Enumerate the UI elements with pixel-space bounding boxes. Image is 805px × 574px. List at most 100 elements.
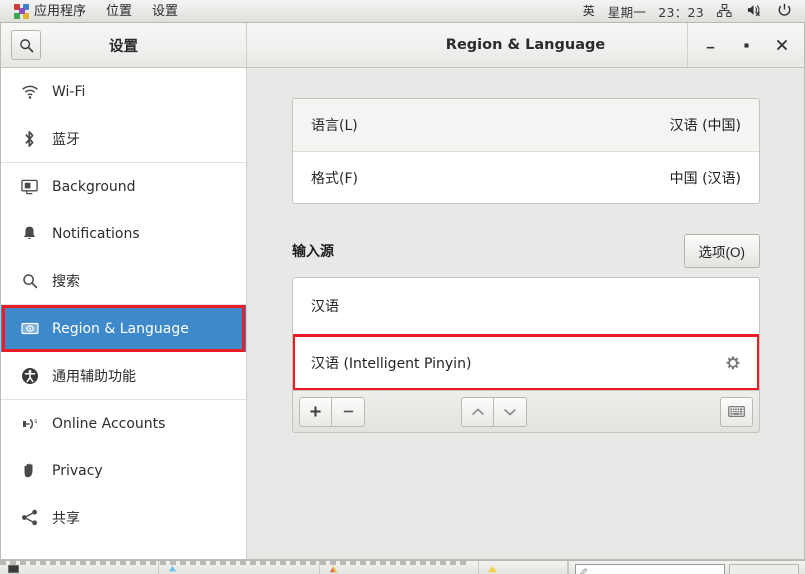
input-source-label: 汉语 (Intelligent Pinyin) xyxy=(311,355,472,372)
input-source-label: 汉语 xyxy=(311,299,339,315)
minimize-button[interactable] xyxy=(692,23,728,67)
bell-icon xyxy=(20,225,39,242)
formats-row-label: 格式(F) xyxy=(311,170,358,187)
sidebar-item-region-and-language[interactable]: Region & Language xyxy=(1,305,246,352)
window-pager[interactable] xyxy=(0,561,470,565)
search-icon xyxy=(19,38,33,52)
share-icon xyxy=(20,509,39,526)
titlebar-left: 设置 xyxy=(1,23,247,67)
wifi-icon xyxy=(20,85,39,99)
sidebar-item-label: 通用辅助功能 xyxy=(52,368,136,385)
move-group xyxy=(461,396,528,427)
remove-input-source-button[interactable] xyxy=(332,396,365,427)
svg-text:s: s xyxy=(34,418,37,425)
tray-input-box[interactable] xyxy=(575,564,725,574)
flag-icon xyxy=(20,321,39,336)
bluetooth-icon xyxy=(20,130,39,148)
maximize-icon xyxy=(743,42,749,48)
files-icon xyxy=(167,564,178,574)
bottom-taskbar xyxy=(0,560,805,574)
locale-card: 语言(L) 汉语 (中国) 格式(F) 中国 (汉语) xyxy=(292,98,760,204)
add-remove-group xyxy=(299,396,365,427)
language-row[interactable]: 语言(L) 汉语 (中国) xyxy=(293,99,759,151)
taskbar-item-4[interactable] xyxy=(479,561,568,574)
keyboard-icon xyxy=(728,406,745,417)
pinwheel-icon xyxy=(14,3,29,19)
search-icon xyxy=(20,273,39,289)
applications-menu-label: 应用程序 xyxy=(34,3,87,19)
input-method-label: 英 xyxy=(582,4,595,18)
gear-icon[interactable] xyxy=(725,355,741,371)
sidebar-item-notifications[interactable]: Notifications xyxy=(1,210,246,257)
maximize-button[interactable] xyxy=(728,23,764,67)
sidebar-group-personal: Background Notifications 搜索 xyxy=(1,163,246,305)
minus-icon xyxy=(343,410,353,413)
generic-window-icon xyxy=(487,564,498,574)
sidebar-item-privacy[interactable]: Privacy xyxy=(1,447,246,494)
sidebar-item-label: 搜索 xyxy=(52,273,80,290)
minimize-icon xyxy=(706,46,714,48)
hand-icon xyxy=(20,462,39,479)
titlebar-right: Region & Language xyxy=(247,23,804,67)
places-menu[interactable]: 位置 xyxy=(96,3,142,20)
clock-day[interactable]: 星期一 xyxy=(602,0,652,23)
input-sources-toolbar xyxy=(292,391,760,433)
plus-icon xyxy=(310,406,321,417)
top-panel-left: 应用程序 位置 设置 xyxy=(0,2,188,21)
sidebar-item-search[interactable]: 搜索 xyxy=(1,257,246,304)
sidebar-item-label: Wi-Fi xyxy=(52,83,86,100)
formats-row[interactable]: 格式(F) 中国 (汉语) xyxy=(293,151,759,203)
sidebar-item-label: Region & Language xyxy=(52,320,189,337)
network-indicator[interactable] xyxy=(710,2,739,21)
settings-sidebar: Wi-Fi 蓝牙 Background Notifications 搜索 Reg… xyxy=(1,68,247,559)
sidebar-item-label: 蓝牙 xyxy=(52,131,80,148)
sidebar-item-background[interactable]: Background xyxy=(1,163,246,210)
options-button[interactable]: 选项(O) xyxy=(683,234,760,268)
sidebar-item-label: Privacy xyxy=(52,462,103,479)
top-panel-right: 英 星期一 23：23 xyxy=(576,0,805,23)
show-keyboard-layout-button[interactable] xyxy=(719,396,753,427)
volume-indicator[interactable] xyxy=(739,1,770,21)
applications-menu[interactable]: 应用程序 xyxy=(4,2,96,21)
window-titlebar: 设置 Region & Language xyxy=(1,23,804,68)
add-input-source-button[interactable] xyxy=(299,396,332,427)
tray-buttons[interactable] xyxy=(729,564,799,574)
move-down-icon xyxy=(504,408,517,415)
sidebar-item-sharing[interactable]: 共享 xyxy=(1,494,246,541)
sidebar-group-region: Region & Language 通用辅助功能 xyxy=(1,305,246,400)
online-accounts-icon: s xyxy=(20,416,39,432)
sidebar-item-online-accounts[interactable]: s Online Accounts xyxy=(1,400,246,447)
volume-muted-icon xyxy=(746,3,763,19)
region-language-panel: 语言(L) 汉语 (中国) 格式(F) 中国 (汉语) 输入源 选项(O) 汉语… xyxy=(247,68,804,559)
search-button[interactable] xyxy=(11,30,41,60)
input-source-row-intelligent-pinyin[interactable]: 汉语 (Intelligent Pinyin) xyxy=(293,334,759,390)
sidebar-item-label: 共享 xyxy=(52,510,80,527)
clock-time[interactable]: 23：23 xyxy=(652,0,710,23)
input-method-indicator[interactable]: 英 xyxy=(576,3,602,19)
keyboard-group xyxy=(719,396,753,427)
pen-icon xyxy=(579,561,588,574)
sidebar-item-universal-access[interactable]: 通用辅助功能 xyxy=(1,352,246,399)
power-menu[interactable] xyxy=(770,1,799,22)
system-menu-label: 设置 xyxy=(152,3,179,19)
window-body: Wi-Fi 蓝牙 Background Notifications 搜索 Reg… xyxy=(1,68,804,559)
move-up-button[interactable] xyxy=(461,396,495,427)
move-down-button[interactable] xyxy=(494,396,528,427)
sidebar-item-wifi[interactable]: Wi-Fi xyxy=(1,68,246,115)
input-source-row-chinese[interactable]: 汉语 xyxy=(293,278,759,334)
formats-row-value: 中国 (汉语) xyxy=(669,170,741,187)
input-sources-header: 输入源 选项(O) xyxy=(292,234,760,268)
system-menu[interactable]: 设置 xyxy=(142,3,188,20)
sidebar-group-accounts: s Online Accounts Privacy 共享 xyxy=(1,400,246,541)
language-row-value: 汉语 (中国) xyxy=(669,118,741,134)
settings-window: 设置 Region & Language Wi-Fi 蓝牙 Background… xyxy=(0,23,805,560)
sidebar-item-bluetooth[interactable]: 蓝牙 xyxy=(1,115,246,162)
close-button[interactable] xyxy=(764,23,800,67)
background-icon xyxy=(20,179,39,195)
language-row-label: 语言(L) xyxy=(311,118,358,134)
terminal-icon xyxy=(8,564,19,574)
window-controls xyxy=(687,23,804,67)
close-icon xyxy=(777,40,787,50)
network-icon xyxy=(717,3,732,19)
move-up-icon xyxy=(472,408,484,415)
